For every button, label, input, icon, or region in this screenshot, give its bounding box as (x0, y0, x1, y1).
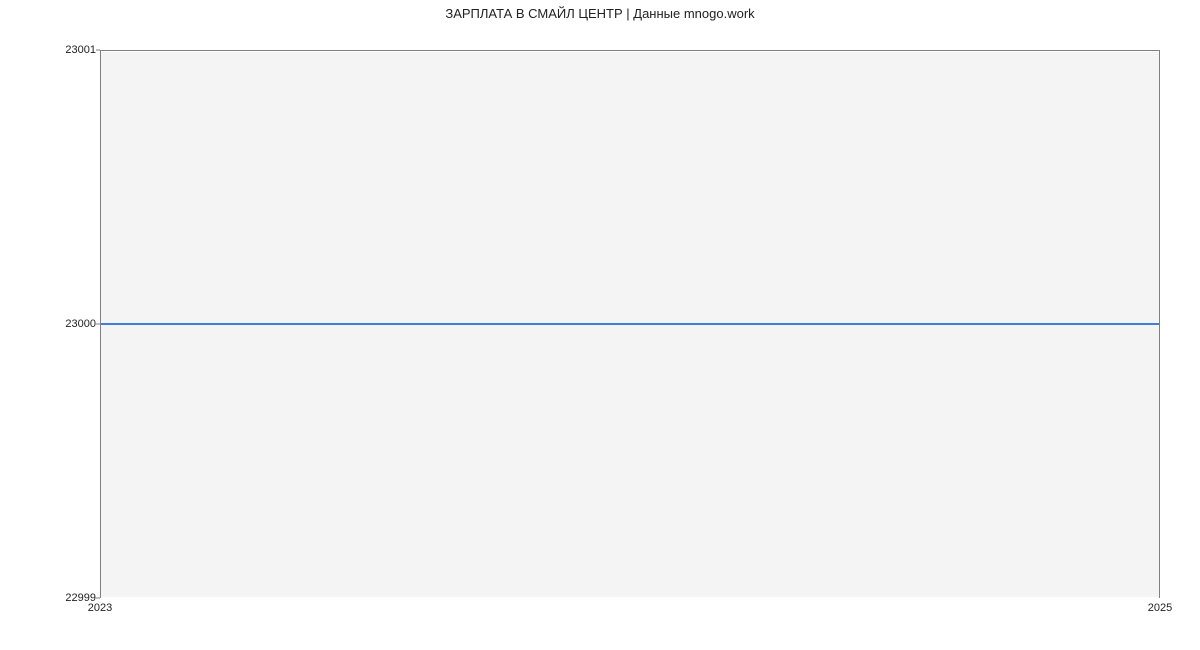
grid-line (101, 597, 1159, 598)
chart-title: ЗАРПЛАТА В СМАЙЛ ЦЕНТР | Данные mnogo.wo… (0, 6, 1200, 21)
x-tick-label: 2025 (1148, 602, 1172, 614)
grid-line (101, 51, 1159, 52)
y-tick-label: 23000 (46, 318, 96, 330)
data-series-line (101, 323, 1159, 325)
y-tick-label: 23001 (46, 44, 96, 56)
line-chart: ЗАРПЛАТА В СМАЙЛ ЦЕНТР | Данные mnogo.wo… (0, 0, 1200, 650)
plot-area (100, 50, 1160, 598)
x-tick-label: 2023 (88, 602, 112, 614)
